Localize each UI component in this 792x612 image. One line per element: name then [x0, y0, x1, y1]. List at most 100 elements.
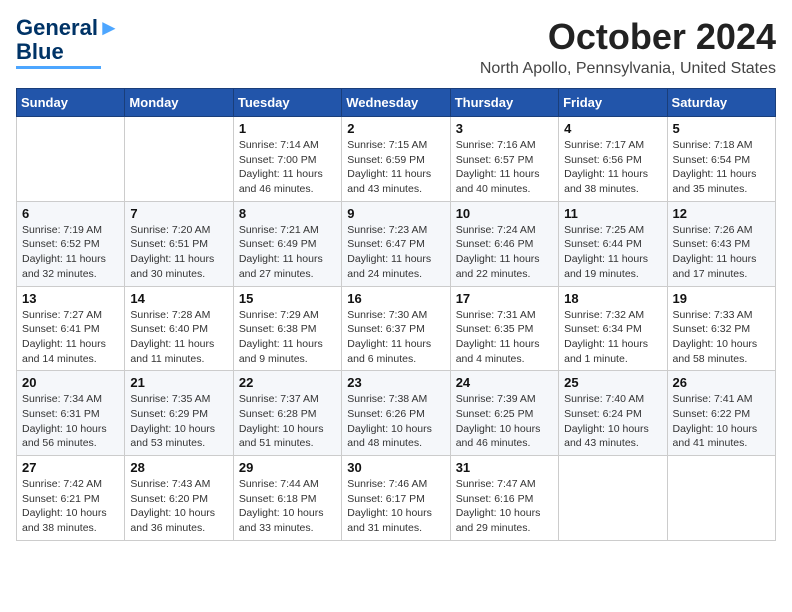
day-info: Sunrise: 7:39 AMSunset: 6:25 PMDaylight:…: [456, 392, 553, 451]
page-header: General►Blue October 2024 North Apollo, …: [16, 16, 776, 78]
calendar-cell: 8 Sunrise: 7:21 AMSunset: 6:49 PMDaylight…: [233, 201, 341, 286]
calendar-week-row: 20 Sunrise: 7:34 AMSunset: 6:31 PMDayligh…: [17, 371, 776, 456]
day-info: Sunrise: 7:24 AMSunset: 6:46 PMDaylight:…: [456, 223, 553, 282]
weekday-header-cell: Monday: [125, 89, 233, 117]
title-block: October 2024 North Apollo, Pennsylvania,…: [480, 16, 776, 78]
calendar-cell: 20 Sunrise: 7:34 AMSunset: 6:31 PMDayligh…: [17, 371, 125, 456]
day-info: Sunrise: 7:14 AMSunset: 7:00 PMDaylight:…: [239, 138, 336, 197]
day-info: Sunrise: 7:37 AMSunset: 6:28 PMDaylight:…: [239, 392, 336, 451]
calendar-cell: 26Sunrise: 7:41 AMSunset: 6:22 PMDayligh…: [667, 371, 775, 456]
calendar-cell: 3Sunrise: 7:16 AMSunset: 6:57 PMDaylight…: [450, 117, 558, 202]
day-number: 28: [130, 460, 227, 475]
day-number: 13: [22, 291, 119, 306]
calendar-cell: 5 Sunrise: 7:18 AMSunset: 6:54 PMDaylight…: [667, 117, 775, 202]
calendar-cell: 15 Sunrise: 7:29 AMSunset: 6:38 PMDayligh…: [233, 286, 341, 371]
calendar-cell: [125, 117, 233, 202]
day-info: Sunrise: 7:30 AMSunset: 6:37 PMDaylight:…: [347, 308, 444, 367]
logo-underline: [16, 66, 101, 69]
calendar-cell: 18Sunrise: 7:32 AMSunset: 6:34 PMDayligh…: [559, 286, 667, 371]
day-info: Sunrise: 7:34 AMSunset: 6:31 PMDaylight:…: [22, 392, 119, 451]
calendar-cell: 17Sunrise: 7:31 AMSunset: 6:35 PMDayligh…: [450, 286, 558, 371]
day-info: Sunrise: 7:47 AMSunset: 6:16 PMDaylight:…: [456, 477, 553, 536]
calendar-week-row: 13 Sunrise: 7:27 AMSunset: 6:41 PMDayligh…: [17, 286, 776, 371]
calendar-cell: [667, 456, 775, 541]
calendar-body: 1 Sunrise: 7:14 AMSunset: 7:00 PMDaylight…: [17, 117, 776, 541]
day-info: Sunrise: 7:19 AMSunset: 6:52 PMDaylight:…: [22, 223, 119, 282]
day-info: Sunrise: 7:25 AMSunset: 6:44 PMDaylight:…: [564, 223, 661, 282]
day-number: 7: [130, 206, 227, 221]
calendar-cell: 24 Sunrise: 7:39 AMSunset: 6:25 PMDayligh…: [450, 371, 558, 456]
weekday-header-cell: Thursday: [450, 89, 558, 117]
day-info: Sunrise: 7:38 AMSunset: 6:26 PMDaylight:…: [347, 392, 444, 451]
calendar-cell: 23 Sunrise: 7:38 AMSunset: 6:26 PMDayligh…: [342, 371, 450, 456]
day-info: Sunrise: 7:42 AMSunset: 6:21 PMDaylight:…: [22, 477, 119, 536]
day-info: Sunrise: 7:15 AMSunset: 6:59 PMDaylight:…: [347, 138, 444, 197]
day-info: Sunrise: 7:31 AMSunset: 6:35 PMDaylight:…: [456, 308, 553, 367]
calendar-cell: 11Sunrise: 7:25 AMSunset: 6:44 PMDayligh…: [559, 201, 667, 286]
calendar-cell: 31 Sunrise: 7:47 AMSunset: 6:16 PMDayligh…: [450, 456, 558, 541]
day-info: Sunrise: 7:21 AMSunset: 6:49 PMDaylight:…: [239, 223, 336, 282]
day-info: Sunrise: 7:40 AMSunset: 6:24 PMDaylight:…: [564, 392, 661, 451]
day-number: 23: [347, 375, 444, 390]
calendar-week-row: 27 Sunrise: 7:42 AMSunset: 6:21 PMDayligh…: [17, 456, 776, 541]
calendar-cell: 7Sunrise: 7:20 AMSunset: 6:51 PMDaylight…: [125, 201, 233, 286]
calendar-cell: 19 Sunrise: 7:33 AMSunset: 6:32 PMDayligh…: [667, 286, 775, 371]
calendar-cell: 6 Sunrise: 7:19 AMSunset: 6:52 PMDaylight…: [17, 201, 125, 286]
calendar-cell: [17, 117, 125, 202]
calendar-cell: 2 Sunrise: 7:15 AMSunset: 6:59 PMDaylight…: [342, 117, 450, 202]
calendar-cell: [559, 456, 667, 541]
day-number: 22: [239, 375, 336, 390]
day-number: 21: [130, 375, 227, 390]
weekday-header-cell: Saturday: [667, 89, 775, 117]
day-number: 12: [673, 206, 770, 221]
calendar-cell: 10 Sunrise: 7:24 AMSunset: 6:46 PMDayligh…: [450, 201, 558, 286]
day-number: 31: [456, 460, 553, 475]
calendar-cell: 22 Sunrise: 7:37 AMSunset: 6:28 PMDayligh…: [233, 371, 341, 456]
day-info: Sunrise: 7:35 AMSunset: 6:29 PMDaylight:…: [130, 392, 227, 451]
calendar-table: SundayMondayTuesdayWednesdayThursdayFrid…: [16, 88, 776, 541]
calendar-cell: 21 Sunrise: 7:35 AMSunset: 6:29 PMDayligh…: [125, 371, 233, 456]
location-title: North Apollo, Pennsylvania, United State…: [480, 60, 776, 78]
day-number: 8: [239, 206, 336, 221]
day-number: 6: [22, 206, 119, 221]
day-number: 30: [347, 460, 444, 475]
day-number: 4: [564, 121, 661, 136]
day-number: 29: [239, 460, 336, 475]
day-info: Sunrise: 7:23 AMSunset: 6:47 PMDaylight:…: [347, 223, 444, 282]
calendar-header-row: SundayMondayTuesdayWednesdayThursdayFrid…: [17, 89, 776, 117]
day-number: 1: [239, 121, 336, 136]
day-info: Sunrise: 7:32 AMSunset: 6:34 PMDaylight:…: [564, 308, 661, 367]
day-info: Sunrise: 7:33 AMSunset: 6:32 PMDaylight:…: [673, 308, 770, 367]
day-number: 15: [239, 291, 336, 306]
weekday-header-cell: Sunday: [17, 89, 125, 117]
calendar-cell: 4 Sunrise: 7:17 AMSunset: 6:56 PMDaylight…: [559, 117, 667, 202]
day-info: Sunrise: 7:26 AMSunset: 6:43 PMDaylight:…: [673, 223, 770, 282]
calendar-week-row: 6 Sunrise: 7:19 AMSunset: 6:52 PMDaylight…: [17, 201, 776, 286]
month-title: October 2024: [480, 16, 776, 58]
day-info: Sunrise: 7:43 AMSunset: 6:20 PMDaylight:…: [130, 477, 227, 536]
day-info: Sunrise: 7:44 AMSunset: 6:18 PMDaylight:…: [239, 477, 336, 536]
day-number: 24: [456, 375, 553, 390]
day-number: 16: [347, 291, 444, 306]
day-info: Sunrise: 7:27 AMSunset: 6:41 PMDaylight:…: [22, 308, 119, 367]
day-number: 9: [347, 206, 444, 221]
day-number: 5: [673, 121, 770, 136]
day-number: 20: [22, 375, 119, 390]
day-info: Sunrise: 7:16 AMSunset: 6:57 PMDaylight:…: [456, 138, 553, 197]
calendar-cell: 16 Sunrise: 7:30 AMSunset: 6:37 PMDayligh…: [342, 286, 450, 371]
day-number: 27: [22, 460, 119, 475]
day-info: Sunrise: 7:28 AMSunset: 6:40 PMDaylight:…: [130, 308, 227, 367]
day-info: Sunrise: 7:18 AMSunset: 6:54 PMDaylight:…: [673, 138, 770, 197]
calendar-week-row: 1 Sunrise: 7:14 AMSunset: 7:00 PMDaylight…: [17, 117, 776, 202]
weekday-header-cell: Tuesday: [233, 89, 341, 117]
day-number: 2: [347, 121, 444, 136]
day-info: Sunrise: 7:17 AMSunset: 6:56 PMDaylight:…: [564, 138, 661, 197]
day-number: 26: [673, 375, 770, 390]
day-number: 19: [673, 291, 770, 306]
calendar-cell: 29 Sunrise: 7:44 AMSunset: 6:18 PMDayligh…: [233, 456, 341, 541]
day-info: Sunrise: 7:29 AMSunset: 6:38 PMDaylight:…: [239, 308, 336, 367]
calendar-cell: 9 Sunrise: 7:23 AMSunset: 6:47 PMDaylight…: [342, 201, 450, 286]
calendar-cell: 30Sunrise: 7:46 AMSunset: 6:17 PMDayligh…: [342, 456, 450, 541]
calendar-cell: 28 Sunrise: 7:43 AMSunset: 6:20 PMDayligh…: [125, 456, 233, 541]
day-number: 10: [456, 206, 553, 221]
